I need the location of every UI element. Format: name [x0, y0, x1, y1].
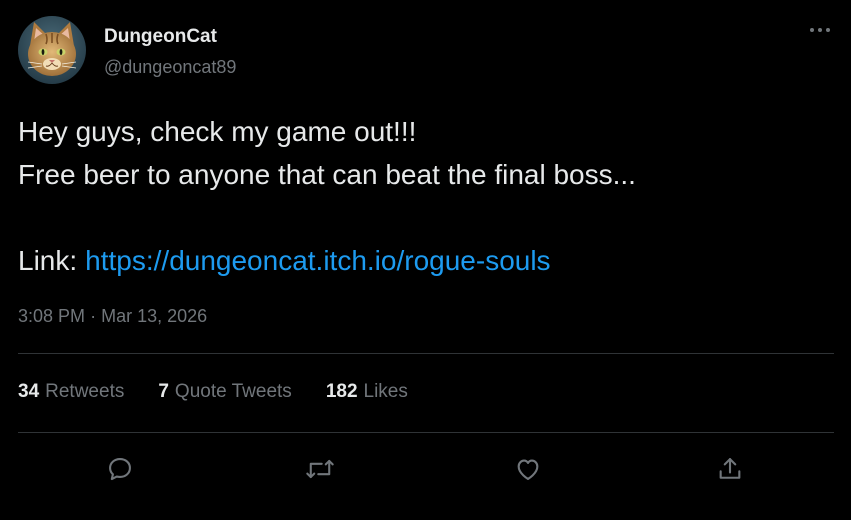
tweet-date[interactable]: Mar 13, 2026: [101, 306, 207, 326]
retweet-icon: [306, 459, 334, 479]
like-button[interactable]: [511, 452, 545, 486]
likes-stat[interactable]: 182 Likes: [326, 381, 408, 403]
divider: [18, 432, 834, 433]
cat-avatar-icon: [18, 16, 86, 84]
tweet-link[interactable]: https://dungeoncat.itch.io/rogue-souls: [85, 239, 550, 282]
quote-tweets-count: 7: [158, 381, 169, 402]
likes-count: 182: [325, 381, 358, 402]
reply-icon: [109, 458, 131, 481]
more-options-button[interactable]: [804, 18, 836, 42]
link-label: Link:: [18, 245, 78, 276]
quote-tweets-label: Quote Tweets: [174, 381, 292, 402]
retweet-button[interactable]: [303, 452, 337, 486]
avatar[interactable]: [18, 16, 86, 84]
share-icon: [719, 458, 741, 479]
retweets-label: Retweets: [45, 381, 125, 402]
tweet-card: DungeonCat @dungeoncat89 Hey guys, check…: [0, 0, 851, 520]
tweet-link-line: Link: https://dungeoncat.itch.io/rogue-s…: [18, 239, 636, 282]
retweets-count: 34: [18, 381, 40, 402]
user-handle[interactable]: @dungeoncat89: [104, 57, 236, 78]
tweet-body: Hey guys, check my game out!!! Free beer…: [18, 110, 636, 282]
share-button[interactable]: [713, 452, 747, 486]
like-icon: [517, 459, 539, 480]
tweet-stats: 34 Retweets 7 Quote Tweets 182 Likes: [18, 381, 442, 403]
more-icon: [810, 28, 830, 32]
tweet-time[interactable]: 3:08 PM: [18, 306, 85, 326]
divider: [18, 353, 834, 354]
display-name[interactable]: DungeonCat: [104, 26, 217, 48]
tweet-timestamp: 3:08 PM · Mar 13, 2026: [18, 306, 207, 327]
tweet-text-line: Hey guys, check my game out!!!: [18, 116, 417, 147]
tweet-text-line: Free beer to anyone that can beat the fi…: [18, 159, 636, 190]
tweet-actions: [0, 452, 851, 486]
meta-separator: ·: [90, 306, 97, 326]
quote-tweets-stat[interactable]: 7 Quote Tweets: [158, 381, 291, 403]
retweets-stat[interactable]: 34 Retweets: [18, 381, 124, 403]
reply-button[interactable]: [103, 452, 137, 486]
likes-label: Likes: [363, 381, 408, 402]
